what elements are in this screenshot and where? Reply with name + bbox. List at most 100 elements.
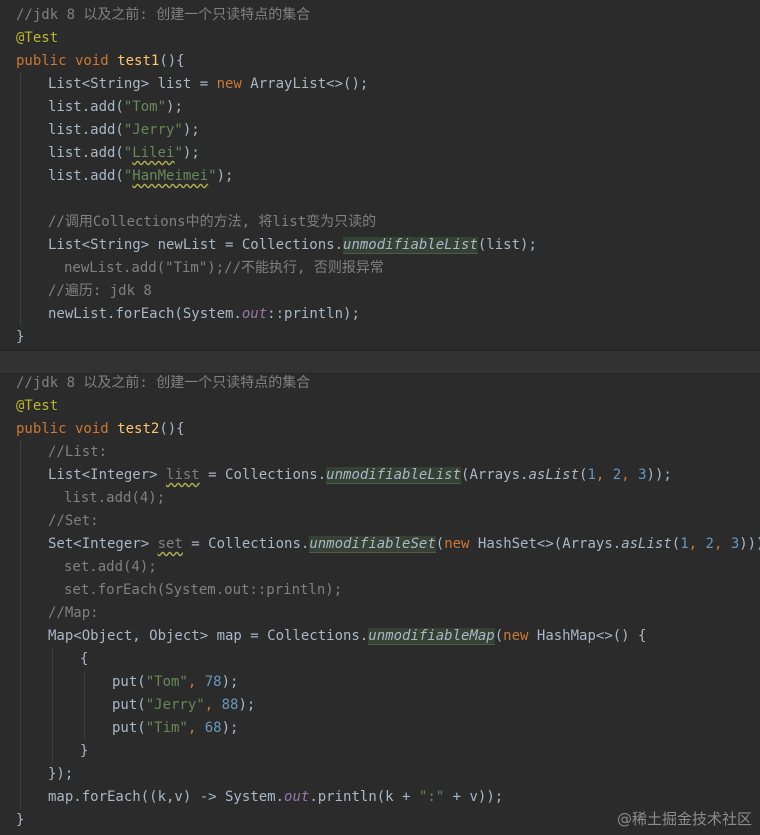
code-token: } [16,329,25,345]
code-token: ); [221,674,239,690]
code-token: unmodifiableList [326,467,462,484]
code-line: list.add("Jerry"); [0,119,760,142]
code-line: @Test [0,27,760,50]
code-line: }); [0,763,760,786]
block-separator [0,350,760,374]
code-token: , [595,467,613,483]
code-token: " [208,168,217,184]
code-token: Map<Object, Object> map = Collections. [48,628,369,644]
code-token: //jdk 8 以及之前: 创建一个只读特点的集合 [16,375,311,391]
code-token: @Test [16,30,59,46]
code-line: list.add("HanMeimei"); [0,165,760,188]
code-token: List<String> newList = Collections. [48,237,344,253]
code-token: ( [671,536,681,552]
code-token: 2 [705,536,714,552]
code-token: , [187,674,205,690]
code-token: , [187,720,205,736]
code-line: public void test2(){ [0,418,760,441]
code-token: ); [216,168,234,184]
code-token: , [713,536,731,552]
code-line: newList.add("Tim");//不能执行, 否则报异常 [0,257,760,280]
code-token: map.forEach((k,v) -> System. [48,789,285,805]
code-line: //遍历: jdk 8 [0,280,760,303]
code-token: //jdk 8 以及之前: 创建一个只读特点的集合 [16,7,311,23]
code-token: } [80,743,89,759]
code-token: list.add( [48,145,124,161]
code-line: //Map: [0,602,760,625]
code-token: "Tom" [123,99,167,115]
code-token: list.add(4); [64,490,166,506]
code-token: = Collections. [182,536,310,552]
code-token: "Jerry" [145,697,205,713]
code-line: Map<Object, Object> map = Collections.un… [0,625,760,648]
code-token: 2 [612,467,622,483]
code-line: //Set: [0,510,760,533]
code-token: "Tim" [145,720,188,736]
code-token: ); [221,720,239,736]
code-line: Set<Integer> set = Collections.unmodifia… [0,533,760,556]
code-line: List<Integer> list = Collections.unmodif… [0,464,760,487]
code-line: list.add(4); [0,487,760,510]
code-token: ArrayList<>(); [250,76,369,92]
watermark: @稀土掘金技术社区 [616,810,752,828]
code-token: ); [238,697,256,713]
code-line: list.add("Tom"); [0,96,760,119]
code-token: ( [435,536,445,552]
code-token: ":" [418,789,445,805]
code-token: ); [166,99,183,115]
code-token: put( [112,674,146,690]
code-token: HashMap<>() { [536,628,647,644]
code-line: //List: [0,441,760,464]
code-token: + v)); [444,789,504,805]
code-token: ); [182,122,200,138]
code-token: newList.forEach(System. [48,306,242,322]
code-token: unmodifiableList [343,237,478,254]
indent-guide [52,648,53,763]
code-token: set.add(4); [64,559,157,575]
code-line: } [0,740,760,763]
code-token: ::println); [267,306,360,322]
code-token: , [621,467,639,483]
code-token: newList.add("Tim");//不能执行, 否则报异常 [64,260,384,276]
code-token: HanMeimei [132,168,209,184]
code-token: //Map: [48,605,99,621]
code-token: new [444,536,478,552]
code-line: set.add(4); [0,556,760,579]
code-token: unmodifiableMap [368,628,495,645]
code-token: public void [16,421,118,437]
code-token: //Set: [48,513,99,529]
code-line: //调用Collections中的方法, 将list变为只读的 [0,211,760,234]
code-token: Set<Integer> [48,536,158,552]
code-line: //jdk 8 以及之前: 创建一个只读特点的集合 [0,372,760,395]
code-token: list [166,467,200,483]
code-token: new [216,76,251,92]
code-token: asList [621,536,672,552]
code-token: public void [16,53,118,69]
code-token: } [16,812,25,828]
code-token: ( [494,628,504,644]
code-token: (Arrays. [461,467,529,483]
code-token: set.forEach(System.out::println); [64,582,343,598]
code-token: Lilei [132,145,175,161]
code-token: List<Integer> [48,467,167,483]
code-token: //List: [48,444,108,460]
code-token: List<String> list = [48,76,217,92]
code-token: put( [112,720,146,736]
code-token: ); [182,145,200,161]
code-line: list.add("Lilei"); [0,142,760,165]
code-line: newList.forEach(System.out::println); [0,303,760,326]
indent-guide [20,73,21,326]
code-token: out [284,789,310,805]
code-token: }); [48,766,74,782]
code-token: @Test [16,398,59,414]
code-line: set.forEach(System.out::println); [0,579,760,602]
code-token: HashSet<>(Arrays. [477,536,622,552]
code-token: , [688,536,706,552]
code-token: 1 [587,467,596,483]
code-token: new [503,628,537,644]
code-token: "Jerry" [123,122,183,138]
code-token: put( [112,697,146,713]
code-token: 1 [680,536,689,552]
code-line: put("Tom", 78); [0,671,760,694]
